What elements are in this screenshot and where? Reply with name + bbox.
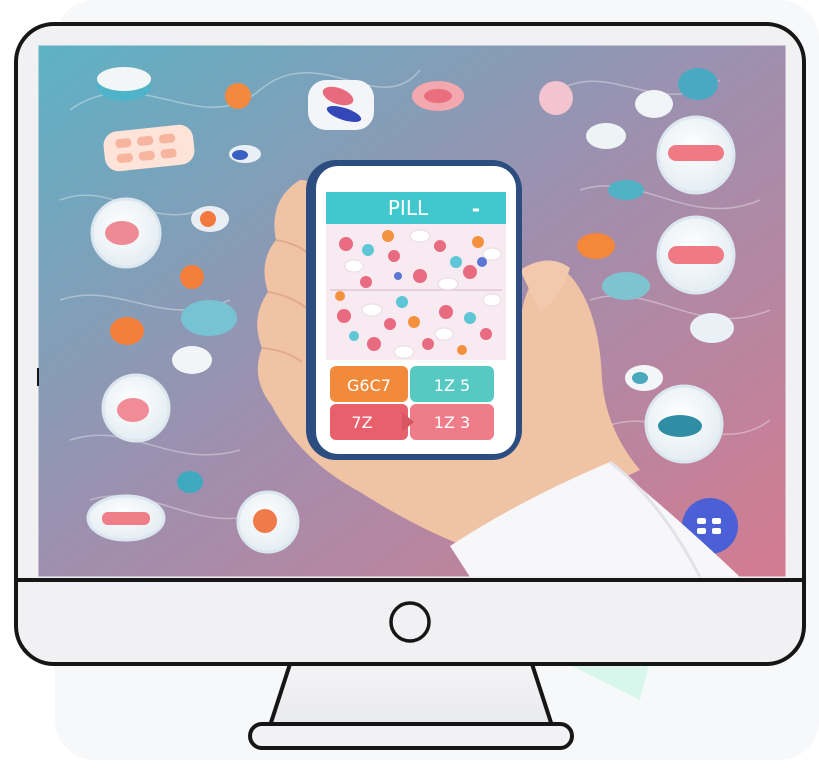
monitor-illustration: PILL ▬ G6C7 1Z 5 7Z 1Z 3 [14, 0, 819, 760]
tile-top-right-label: 1Z 5 [434, 376, 470, 395]
tile-bottom-right-label: 1Z 3 [434, 413, 470, 432]
tile-top-left-label: G6C7 [347, 376, 391, 395]
phone-menu-mark: ▬ [472, 205, 480, 214]
screen: PILL ▬ G6C7 1Z 5 7Z 1Z 3 [38, 45, 786, 577]
monitor-stand [248, 662, 574, 750]
tile-bottom-left-label: 7Z [351, 413, 372, 432]
phone-title: PILL [388, 196, 429, 220]
